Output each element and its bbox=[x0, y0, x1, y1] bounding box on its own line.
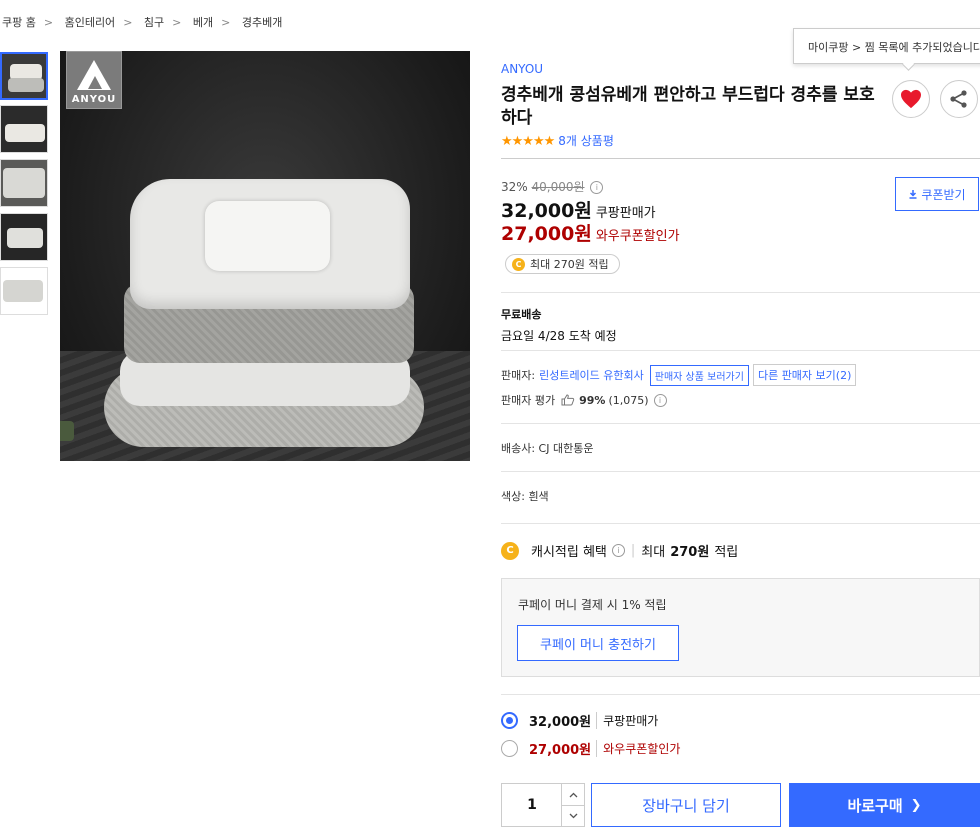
shipping-title: 무료배송 bbox=[501, 308, 542, 321]
product-main-image: ANYOU bbox=[60, 51, 470, 461]
radio-button[interactable] bbox=[501, 739, 518, 757]
product-rating[interactable]: ★★★★★ 8개 상품평 bbox=[501, 132, 614, 149]
coin-icon: C bbox=[501, 541, 519, 560]
wishlist-button[interactable] bbox=[892, 80, 930, 118]
breadcrumb-item[interactable]: 경추베개 bbox=[242, 16, 282, 29]
seller-products-button[interactable]: 판매자 상품 보러가기 bbox=[649, 364, 749, 386]
divider bbox=[501, 694, 980, 695]
wishlist-tooltip: 마이쿠팡 > 찜 목록에 추가되었습니다 bbox=[793, 28, 980, 64]
option-label: 와우쿠폰할인가 bbox=[596, 739, 680, 757]
courier-info: 배송사: CJ 대한통운 bbox=[501, 442, 594, 455]
quantity-value[interactable]: 1 bbox=[502, 797, 562, 813]
cash-reward-chip: C 최대 270원 적립 bbox=[505, 254, 620, 274]
coupon-price-row: 27,000원 와우쿠폰할인가 bbox=[501, 219, 680, 246]
chevron-right-icon: ❯ bbox=[910, 797, 922, 813]
pillow-graphic bbox=[205, 201, 330, 271]
heart-icon bbox=[901, 89, 921, 109]
option-price: 27,000원 bbox=[529, 742, 592, 758]
review-count[interactable]: 8개 상품평 bbox=[558, 134, 614, 148]
download-icon bbox=[909, 190, 917, 199]
share-icon bbox=[950, 90, 967, 108]
coupon-price: 27,000원 bbox=[501, 223, 592, 245]
brand-logo: ANYOU bbox=[66, 51, 122, 109]
breadcrumb-separator: > bbox=[123, 16, 133, 29]
radio-button[interactable] bbox=[501, 711, 518, 729]
option-label: 쿠팡판매가 bbox=[596, 711, 658, 729]
seller-info: 판매자: 린성트레이드 유한회사 판매자 상품 보러가기 다른 판매자 보기(2… bbox=[501, 364, 857, 386]
product-thumbnail[interactable] bbox=[0, 159, 48, 207]
seller-eval-label: 판매자 평가 bbox=[501, 394, 556, 407]
breadcrumb-item[interactable]: 베개 bbox=[193, 16, 213, 29]
coin-icon: C bbox=[512, 257, 525, 271]
breadcrumb-separator: > bbox=[221, 16, 231, 29]
divider bbox=[501, 158, 980, 159]
seller-eval-count: (1,075) bbox=[608, 393, 649, 407]
thumb-up-icon bbox=[561, 394, 575, 406]
coupon-button-label: 쿠폰받기 bbox=[921, 187, 966, 202]
chevron-down-icon bbox=[569, 813, 577, 818]
share-button[interactable] bbox=[940, 80, 978, 118]
coupay-text: 쿠페이 머니 결제 시 1% 적립 bbox=[518, 598, 667, 612]
divider bbox=[501, 471, 980, 472]
cash-benefit-suffix: 적립 bbox=[714, 545, 739, 560]
breadcrumb-item[interactable]: 쿠팡 홈 bbox=[2, 16, 36, 29]
divider bbox=[501, 292, 980, 293]
seller-name-link[interactable]: 린성트레이드 유한회사 bbox=[539, 367, 644, 383]
breadcrumb-separator: > bbox=[43, 16, 54, 29]
product-title: 경추베개 콩섬유베개 편안하고 부드럽다 경추를 보호하다 bbox=[501, 85, 875, 128]
delivery-date: 금요일 4/28 도착 예정 bbox=[501, 329, 617, 343]
add-to-cart-button[interactable]: 장바구니 담기 bbox=[591, 783, 781, 827]
divider bbox=[501, 523, 980, 524]
info-icon[interactable]: i bbox=[653, 393, 667, 407]
original-price: 40,000원 bbox=[531, 180, 585, 194]
breadcrumb-item[interactable]: 침구 bbox=[144, 16, 164, 29]
product-thumbnail[interactable] bbox=[0, 267, 48, 315]
other-sellers-button[interactable]: 다른 판매자 보기(2) bbox=[752, 364, 857, 386]
price-option[interactable]: 32,000원 쿠팡판매가 bbox=[501, 709, 658, 731]
discount-info: 32% 40,000원 i bbox=[501, 178, 604, 195]
cash-benefit-amount: 270원 bbox=[670, 545, 710, 560]
discount-rate: 32% bbox=[501, 180, 528, 194]
buy-now-label: 바로구매 bbox=[847, 796, 903, 815]
option-price: 32,000원 bbox=[529, 714, 592, 730]
brand-logo-text: ANYOU bbox=[71, 94, 117, 105]
separator: | bbox=[630, 543, 636, 558]
divider bbox=[501, 423, 980, 424]
seller-eval-percent: 99% bbox=[579, 393, 606, 407]
breadcrumb-item[interactable]: 홈인테리어 bbox=[65, 16, 116, 29]
product-thumbnail[interactable] bbox=[0, 105, 48, 153]
breadcrumb-separator: > bbox=[172, 16, 182, 29]
download-coupon-button[interactable]: 쿠폰받기 bbox=[895, 177, 979, 211]
price-option[interactable]: 27,000원 와우쿠폰할인가 bbox=[501, 737, 680, 759]
divider bbox=[501, 350, 980, 351]
increment-button[interactable] bbox=[561, 784, 584, 806]
coupon-price-label: 와우쿠폰할인가 bbox=[595, 229, 680, 244]
color-option: 색상: 흰색 bbox=[501, 490, 549, 503]
breadcrumb: 쿠팡 홈 > 홈인테리어 > 침구 > 베개 > 경추베개 bbox=[2, 14, 282, 30]
cash-benefit-label: 캐시적립 혜택 bbox=[531, 545, 607, 560]
star-rating-icon: ★★★★★ bbox=[501, 134, 555, 149]
brand-link[interactable]: ANYOU bbox=[501, 62, 543, 76]
info-icon[interactable]: i bbox=[611, 544, 625, 557]
chevron-up-icon bbox=[569, 792, 577, 797]
product-thumbnail[interactable] bbox=[0, 52, 48, 100]
cash-benefit: C 캐시적립 혜택 i | 최대 270원 적립 bbox=[501, 541, 738, 560]
quantity-stepper[interactable]: 1 bbox=[501, 783, 585, 827]
seller-evaluation: 판매자 평가 99% (1,075) i bbox=[501, 392, 667, 408]
product-thumbnail[interactable] bbox=[0, 213, 48, 261]
buy-now-button[interactable]: 바로구매 ❯ bbox=[789, 783, 980, 827]
cup-decoration bbox=[60, 421, 74, 441]
coupay-box: 쿠페이 머니 결제 시 1% 적립 쿠페이 머니 충전하기 bbox=[501, 578, 980, 677]
decrement-button[interactable] bbox=[561, 805, 584, 826]
info-icon[interactable]: i bbox=[590, 181, 604, 194]
seller-label: 판매자: bbox=[501, 369, 536, 382]
coupay-charge-button[interactable]: 쿠페이 머니 충전하기 bbox=[517, 625, 679, 661]
cash-reward-text: 최대 270원 적립 bbox=[530, 258, 609, 271]
cash-benefit-max: 최대 bbox=[641, 545, 666, 560]
